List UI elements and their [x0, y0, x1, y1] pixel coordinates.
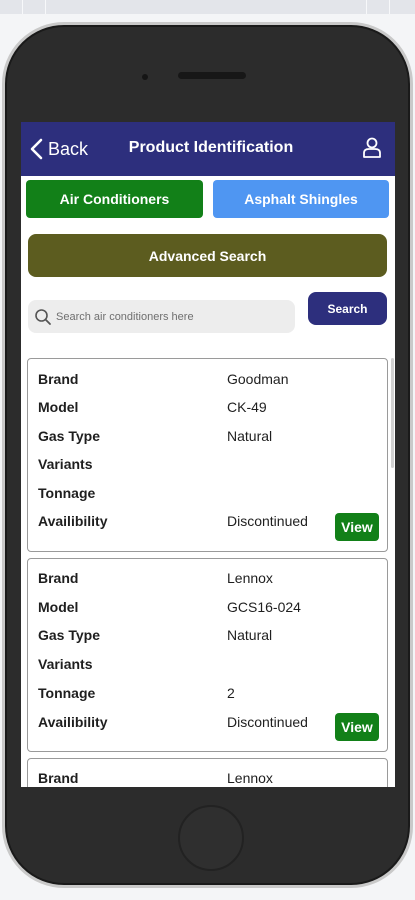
search-icon [35, 308, 51, 325]
model-label: Model [38, 399, 79, 415]
model-value: CK-49 [227, 399, 267, 415]
home-button[interactable] [178, 805, 244, 871]
tonnage-row: Tonnage 2 [38, 685, 378, 705]
variants-row: Variants [38, 456, 378, 476]
product-card: Brand Goodman Model CK-49 Gas Type Natur… [27, 358, 388, 552]
availability-row: Availibility Discontinued [38, 513, 378, 533]
view-button[interactable]: View [335, 513, 379, 541]
availability-value: Discontinued [227, 714, 308, 730]
variants-label: Variants [38, 656, 93, 672]
brand-row: Brand Lennox [38, 770, 378, 787]
speaker-grille [178, 72, 246, 79]
variants-label: Variants [38, 456, 93, 472]
app-screen: Back Product Identification Air Conditio… [21, 122, 395, 787]
availability-label: Availibility [38, 714, 108, 730]
advanced-search-button[interactable]: Advanced Search [28, 234, 387, 277]
gas-type-row: Gas Type Natural [38, 627, 378, 647]
tab-air-conditioners[interactable]: Air Conditioners [26, 180, 203, 218]
model-label: Model [38, 599, 79, 615]
tonnage-label: Tonnage [38, 485, 96, 501]
chevron-left-icon [30, 138, 43, 160]
tonnage-row: Tonnage [38, 485, 378, 505]
availability-row: Availibility Discontinued [38, 714, 378, 734]
gas-type-value: Natural [227, 627, 273, 643]
gas-type-value: Natural [227, 428, 273, 444]
model-row: Model CK-49 [38, 399, 378, 419]
tonnage-label: Tonnage [38, 685, 96, 701]
product-card: Brand Lennox Model GCS16-024 Gas Type Na… [27, 558, 388, 752]
gas-type-label: Gas Type [38, 627, 100, 643]
availability-value: Discontinued [227, 513, 308, 529]
brand-label: Brand [38, 371, 79, 387]
search-button[interactable]: Search [308, 292, 387, 325]
scrollbar[interactable] [391, 358, 394, 468]
camera [142, 74, 148, 80]
search-input[interactable] [56, 310, 286, 323]
user-icon[interactable] [361, 136, 383, 160]
brand-label: Brand [38, 570, 79, 586]
product-card: Brand Lennox [27, 758, 388, 787]
gas-type-label: Gas Type [38, 428, 100, 444]
availability-label: Availibility [38, 513, 108, 529]
search-field[interactable] [28, 300, 295, 333]
app-header: Back Product Identification [21, 122, 395, 176]
model-value: GCS16-024 [227, 599, 301, 615]
brand-value: Goodman [227, 371, 289, 387]
brand-value: Lennox [227, 770, 273, 786]
top-strip [0, 0, 415, 14]
view-button[interactable]: View [335, 713, 379, 741]
page-title: Product Identification [128, 139, 294, 156]
model-row: Model GCS16-024 [38, 599, 378, 619]
tab-asphalt-shingles[interactable]: Asphalt Shingles [213, 180, 389, 218]
brand-row: Brand Goodman [38, 371, 378, 391]
gas-type-row: Gas Type Natural [38, 428, 378, 448]
brand-row: Brand Lennox [38, 570, 378, 590]
brand-value: Lennox [227, 570, 273, 586]
back-label: Back [48, 138, 89, 159]
back-button[interactable]: Back [29, 136, 88, 162]
tonnage-value: 2 [227, 685, 235, 701]
variants-row: Variants [38, 656, 378, 676]
brand-label: Brand [38, 770, 79, 786]
